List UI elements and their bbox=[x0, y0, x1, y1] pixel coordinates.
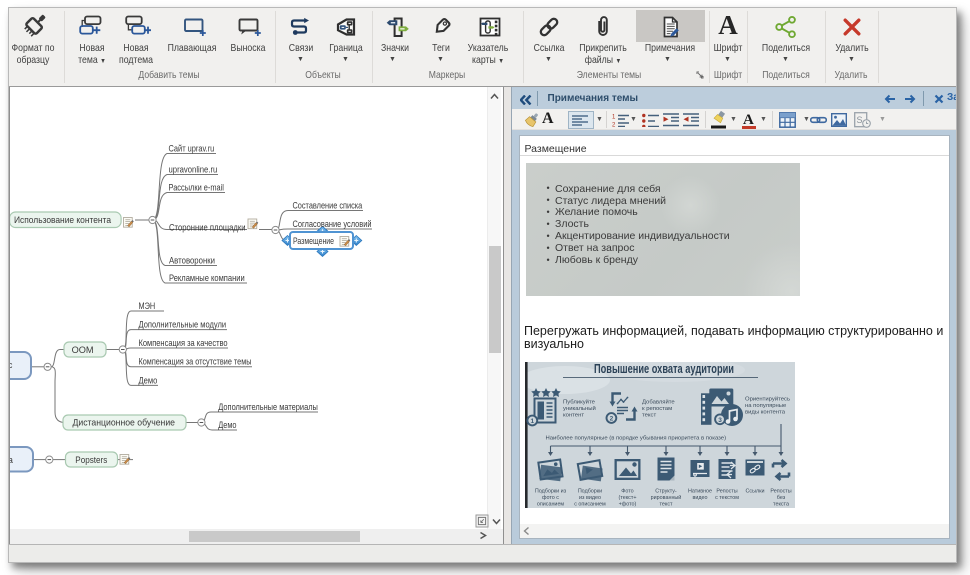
svg-text:рированный: рированный bbox=[651, 494, 682, 501]
svg-text:Составление списка: Составление списка bbox=[293, 201, 363, 211]
svg-text:на популярные: на популярные bbox=[745, 403, 787, 409]
svg-text:контент: контент bbox=[563, 413, 584, 419]
svg-text:Добавляйте: Добавляйте bbox=[642, 399, 675, 406]
svg-text:Сторонние площадки: Сторонние площадки bbox=[169, 223, 246, 233]
svg-text:Подборки из: Подборки из bbox=[535, 489, 567, 495]
svg-text:Демо: Демо bbox=[218, 420, 236, 430]
svg-text:Подборки: Подборки bbox=[578, 489, 602, 495]
svg-text:Использование контента: Использование контента bbox=[14, 214, 112, 225]
svg-text:из видео: из видео bbox=[579, 495, 601, 501]
svg-text:видео: видео bbox=[692, 495, 707, 501]
svg-text:Нативное: Нативное bbox=[688, 489, 712, 495]
svg-text:Репосты: Репосты bbox=[770, 489, 791, 495]
svg-text:Дополнительные материалы: Дополнительные материалы bbox=[218, 402, 318, 412]
svg-text:Сайт uprav.ru: Сайт uprav.ru bbox=[169, 144, 215, 154]
svg-text:Компенсация за отсутствие темы: Компенсация за отсутствие темы bbox=[139, 357, 252, 367]
svg-text:Фото: Фото bbox=[621, 489, 633, 495]
svg-text:МЭН: МЭН bbox=[139, 301, 156, 311]
svg-text:Рекламные компании: Рекламные компании bbox=[169, 273, 245, 283]
svg-text:виды контента: виды контента bbox=[745, 410, 786, 416]
svg-text:Компенсация за качество: Компенсация за качество bbox=[139, 338, 228, 348]
svg-text:+фото): +фото) bbox=[619, 502, 637, 508]
svg-text:с текстом: с текстом bbox=[715, 495, 739, 501]
svg-text:upravonline.ru: upravonline.ru bbox=[169, 165, 218, 175]
svg-text:Ссылки: Ссылки bbox=[746, 489, 765, 495]
svg-text:2: 2 bbox=[610, 416, 614, 423]
svg-text:ООМ: ООМ bbox=[72, 345, 94, 355]
svg-text:Репосты: Репосты bbox=[716, 489, 737, 495]
svg-text:к репостам: к репостам bbox=[642, 406, 672, 412]
svg-text:Размещение: Размещение bbox=[293, 236, 334, 246]
svg-text:Дистанционное обучение: Дистанционное обучение bbox=[73, 417, 176, 428]
svg-text:без: без bbox=[777, 495, 786, 501]
svg-text:Рассылки e-mail: Рассылки e-mail bbox=[169, 183, 224, 193]
svg-text:1: 1 bbox=[612, 115, 616, 121]
svg-text:(текст+: (текст+ bbox=[619, 495, 637, 501]
svg-text:Дополнительные модули: Дополнительные модули bbox=[139, 320, 227, 330]
svg-text:Демо: Демо bbox=[139, 375, 158, 385]
svg-text:3: 3 bbox=[718, 417, 722, 424]
svg-text:уникальный: уникальный bbox=[563, 405, 596, 412]
svg-text:Публикуйте: Публикуйте bbox=[563, 399, 596, 406]
svg-text:Ориентируйтесь: Ориентируйтесь bbox=[745, 395, 790, 402]
svg-text:текста: текста bbox=[773, 502, 789, 508]
svg-text:Popsters: Popsters bbox=[75, 455, 107, 465]
svg-text:с описанием: с описанием bbox=[574, 502, 606, 508]
svg-text:Автоворонки: Автоворонки bbox=[169, 256, 215, 266]
svg-text:Структу-: Структу- bbox=[655, 489, 677, 495]
svg-text:1: 1 bbox=[530, 418, 534, 425]
svg-text:текст: текст bbox=[642, 413, 656, 419]
svg-text:2: 2 bbox=[612, 123, 616, 128]
svg-text:Наиболее популярные (в порядке: Наиболее популярные (в порядке убывания … bbox=[546, 436, 727, 442]
svg-text:S: S bbox=[857, 115, 863, 125]
svg-text:фото с: фото с bbox=[542, 495, 559, 501]
svg-text:Согласование условий: Согласование условий bbox=[293, 219, 372, 229]
svg-text:текст: текст bbox=[660, 502, 674, 508]
svg-text:Повышение охвата аудитории: Повышение охвата аудитории bbox=[594, 362, 734, 376]
svg-text:описанием: описанием bbox=[537, 502, 565, 508]
